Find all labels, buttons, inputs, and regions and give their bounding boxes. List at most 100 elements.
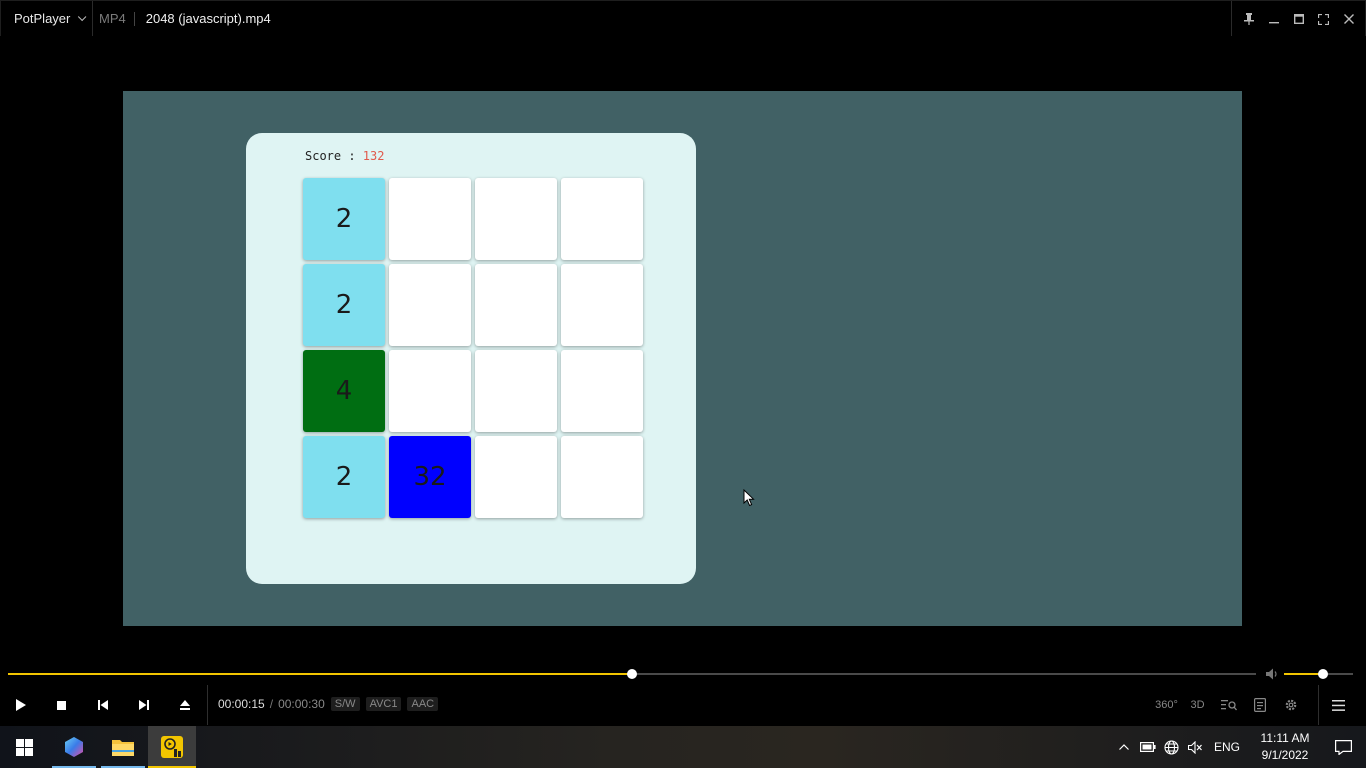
mouse-cursor-icon	[743, 489, 755, 507]
3d-button[interactable]: 3D	[1182, 685, 1213, 725]
maximize-icon[interactable]	[1291, 11, 1307, 27]
vr-360-button[interactable]: 360°	[1151, 685, 1182, 725]
eject-icon	[179, 700, 190, 710]
play-button[interactable]	[0, 685, 41, 725]
battery-button[interactable]	[1136, 726, 1160, 768]
game-tile	[389, 264, 471, 346]
decoder-badge[interactable]: S/W	[330, 697, 360, 711]
subtitle-icon	[1253, 698, 1266, 712]
volume-tray-button[interactable]	[1184, 726, 1208, 768]
show-hidden-icons-button[interactable]	[1112, 726, 1136, 768]
previous-button[interactable]	[82, 685, 123, 725]
game-tile	[475, 264, 557, 346]
taskbar-app-potplayer[interactable]	[148, 726, 196, 768]
start-button[interactable]	[0, 726, 48, 768]
speaker-muted-icon	[1188, 740, 1203, 754]
playlist-search-button[interactable]	[1213, 685, 1244, 725]
duration: 00:00:30	[278, 697, 325, 711]
folder-icon	[112, 740, 134, 756]
subtitle-button[interactable]	[1244, 685, 1275, 725]
next-icon	[138, 700, 149, 710]
game-tile	[561, 178, 643, 260]
window-controls	[1231, 1, 1365, 37]
video-codec-badge[interactable]: AVC1	[365, 697, 402, 711]
chevron-up-icon	[1119, 744, 1129, 750]
game-tile	[561, 436, 643, 518]
video-area[interactable]: Score : 132 2 2 4 2 32	[0, 36, 1366, 662]
battery-icon	[1139, 742, 1156, 752]
time-display[interactable]: 00:00:15 / 00:00:30 S/W AVC1 AAC	[218, 697, 439, 711]
score-value: 132	[362, 149, 385, 163]
format-label: MP4	[99, 11, 135, 26]
network-button[interactable]	[1160, 726, 1184, 768]
game-tile: 4	[303, 350, 385, 432]
eject-button[interactable]	[164, 685, 205, 725]
volume-handle[interactable]	[1318, 669, 1329, 679]
settings-button[interactable]	[1275, 685, 1306, 725]
game-tile: 2	[303, 436, 385, 518]
volume-slider[interactable]	[1284, 669, 1353, 679]
game-card: Score : 132 2 2 4 2 32	[246, 133, 696, 584]
playback-buttons	[0, 685, 208, 725]
chevron-down-icon	[78, 12, 87, 21]
previous-icon	[97, 700, 108, 710]
notification-icon	[1334, 739, 1352, 755]
vr-360-label: 360°	[1155, 699, 1178, 711]
potplayer-window: PotPlayer MP4 2048 (javascript).mp4 Scor…	[0, 0, 1366, 768]
app-menu-button[interactable]: PotPlayer	[1, 0, 93, 37]
game-tile: 2	[303, 178, 385, 260]
paint-3d-icon	[65, 737, 83, 757]
globe-icon	[1164, 739, 1180, 755]
score-label: Score :	[305, 149, 363, 163]
time-separator: /	[269, 697, 274, 711]
game-tile	[561, 264, 643, 346]
input-language[interactable]: ENG	[1214, 740, 1240, 754]
taskbar-app-file-explorer[interactable]	[99, 726, 147, 768]
game-tile	[389, 178, 471, 260]
close-icon[interactable]	[1341, 11, 1357, 27]
volume-icon[interactable]	[1265, 667, 1279, 681]
seek-handle[interactable]	[627, 669, 637, 679]
audio-codec-badge[interactable]: AAC	[407, 697, 439, 711]
video-frame: Score : 132 2 2 4 2 32	[123, 91, 1242, 626]
pin-icon[interactable]	[1241, 11, 1257, 27]
play-icon	[15, 699, 26, 711]
app-name: PotPlayer	[14, 11, 71, 26]
control-bar: 00:00:15 / 00:00:30 S/W AVC1 AAC 360° 3D	[0, 662, 1366, 726]
action-center-button[interactable]	[1320, 726, 1366, 768]
gear-icon	[1285, 699, 1296, 711]
clock-time: 11:11 AM	[1260, 731, 1310, 745]
game-tile	[475, 436, 557, 518]
seek-progress	[8, 673, 632, 675]
system-tray: ENG 11:11 AM 9/1/2022	[1112, 726, 1366, 768]
next-button[interactable]	[123, 685, 164, 725]
file-title: 2048 (javascript).mp4	[145, 11, 271, 26]
fullscreen-icon[interactable]	[1316, 11, 1332, 27]
divider	[207, 685, 208, 725]
game-tile	[389, 350, 471, 432]
hamburger-menu-icon	[1332, 699, 1345, 711]
game-grid: 2 2 4 2 32	[303, 178, 644, 519]
game-tile: 32	[389, 436, 471, 518]
taskbar-clock[interactable]: 11:11 AM 9/1/2022	[1250, 730, 1320, 764]
stop-icon	[57, 700, 66, 710]
windows-taskbar: ENG 11:11 AM 9/1/2022	[0, 726, 1366, 768]
main-menu-button[interactable]	[1318, 685, 1358, 725]
potplayer-icon	[161, 736, 183, 758]
taskbar-app-paint3d[interactable]	[50, 726, 98, 768]
windows-logo-icon	[15, 738, 33, 756]
game-tile: 2	[303, 264, 385, 346]
current-time: 00:00:15	[218, 697, 265, 711]
score-display: Score : 132	[305, 149, 384, 163]
right-toolbar: 360° 3D	[1151, 685, 1358, 725]
playlist-search-icon	[1220, 700, 1237, 711]
3d-label: 3D	[1190, 699, 1205, 711]
clock-date: 9/1/2022	[1261, 748, 1309, 762]
stop-button[interactable]	[41, 685, 82, 725]
game-tile	[475, 178, 557, 260]
game-tile	[475, 350, 557, 432]
title-bar: PotPlayer MP4 2048 (javascript).mp4	[0, 0, 1366, 37]
game-tile	[561, 350, 643, 432]
seek-bar[interactable]	[8, 669, 1256, 679]
minimize-icon[interactable]	[1266, 11, 1282, 27]
